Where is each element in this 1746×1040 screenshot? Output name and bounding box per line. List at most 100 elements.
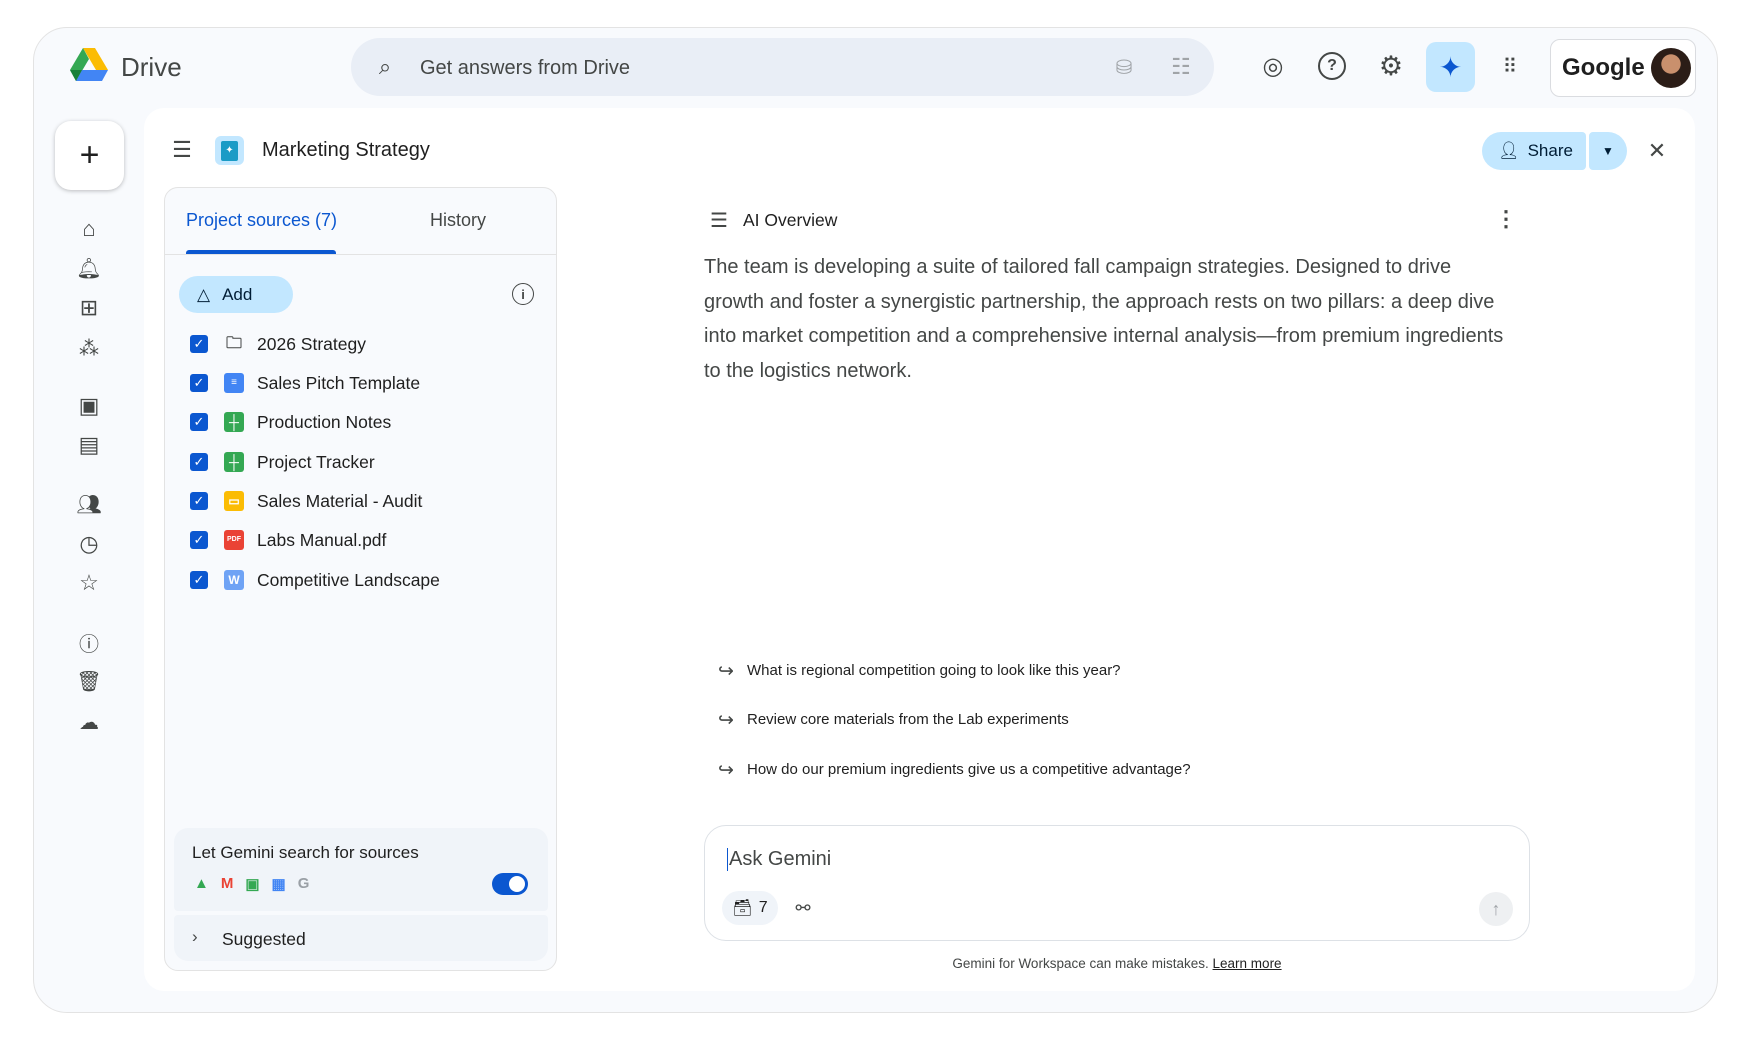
source-label: Sales Pitch Template xyxy=(257,373,421,393)
chevron-right-icon: › xyxy=(192,927,198,946)
tab-project-sources[interactable]: Project sources (7) xyxy=(186,210,337,231)
source-item[interactable]: ✓ ≡ Sales Pitch Template xyxy=(165,365,555,401)
checkbox[interactable]: ✓ xyxy=(190,531,208,549)
source-item[interactable]: ✓ 🗀 2026 Strategy xyxy=(165,326,555,362)
source-item[interactable]: ✓ ┼ Production Notes xyxy=(165,404,555,440)
source-item[interactable]: ✓ W Competitive Landscape xyxy=(165,562,555,598)
share-people-icon: 👤︎ xyxy=(1498,141,1520,160)
app-name: Drive xyxy=(121,52,182,82)
checkbox[interactable]: ✓ xyxy=(190,492,208,510)
ready-for-offline-icon[interactable]: ◎ xyxy=(1259,52,1287,80)
checkbox[interactable]: ✓ xyxy=(190,571,208,589)
settings-gear-icon[interactable]: ⚙ xyxy=(1377,51,1405,81)
my-drive-icon[interactable]: ▣ xyxy=(74,391,104,421)
chat-icon: ▣ xyxy=(245,876,260,893)
new-button[interactable]: + xyxy=(55,121,124,190)
sources-count-chip[interactable]: 🗃︎ 7 xyxy=(722,891,778,925)
notifications-bell-icon[interactable]: 🔔︎ xyxy=(74,253,104,283)
add-source-button[interactable]: △ Add xyxy=(179,276,293,313)
source-item[interactable]: ✓ ┼ Project Tracker xyxy=(165,444,555,480)
suggestion-arrow-icon: ↪ xyxy=(718,661,734,682)
learn-more-link[interactable]: Learn more xyxy=(1213,956,1282,971)
source-item[interactable]: ✓ ▭ Sales Material - Audit xyxy=(165,483,555,519)
disclaimer: Gemini for Workspace can make mistakes. … xyxy=(704,956,1530,971)
pdf-icon: PDF xyxy=(224,530,244,550)
disclaimer-text: Gemini for Workspace can make mistakes. xyxy=(952,956,1209,971)
tools-options-icon[interactable]: ⚯ xyxy=(791,896,815,920)
gmail-icon: M xyxy=(220,875,234,892)
search-bar[interactable]: ⌕ Get answers from Drive ⛁ ☷ xyxy=(351,38,1214,96)
share-button[interactable]: 👤︎ Share xyxy=(1482,132,1586,170)
help-icon[interactable]: ? xyxy=(1318,52,1346,80)
starred-icon[interactable]: ☆ xyxy=(74,568,104,598)
source-label: Labs Manual.pdf xyxy=(257,530,387,550)
workspaces-icon[interactable]: ⁂ xyxy=(74,333,104,363)
source-label: Production Notes xyxy=(257,412,392,432)
search-options-icon[interactable]: ☷ xyxy=(1168,54,1194,80)
checkbox[interactable]: ✓ xyxy=(190,335,208,353)
source-label: Competitive Landscape xyxy=(257,570,440,590)
page-title: Marketing Strategy xyxy=(262,139,430,161)
drive-filter-icon[interactable]: ⛁ xyxy=(1111,54,1137,80)
add-label: Add xyxy=(222,284,253,304)
account-button[interactable]: Google xyxy=(1550,39,1696,97)
slides-icon: ▭ xyxy=(224,491,244,511)
activity-icon[interactable]: ⊞ xyxy=(74,293,104,323)
google-search-icon: G xyxy=(297,875,310,892)
share-label: Share xyxy=(1527,141,1573,160)
send-arrow-icon[interactable]: ↑ xyxy=(1479,892,1513,926)
gemini-search-card: Let Gemini search for sources ▲ M ▣ ▦ G xyxy=(174,828,548,911)
share-dropdown-chevron-icon[interactable]: ▼ xyxy=(1589,132,1627,170)
suggested-label: Suggested xyxy=(222,929,306,949)
calendar-icon: ▦ xyxy=(271,876,286,893)
suggestion-arrow-icon: ↪ xyxy=(718,710,734,731)
source-item[interactable]: ✓ PDF Labs Manual.pdf xyxy=(165,522,555,558)
source-app-icons: ▲ M ▣ ▦ G xyxy=(194,875,309,893)
suggestion-text: How do our premium ingredients give us a… xyxy=(747,761,1191,778)
menu-hamburger-icon[interactable]: ☰ xyxy=(169,137,195,163)
search-spark-icon: ⌕ xyxy=(378,54,392,79)
suggestion-text: Review core materials from the Lab exper… xyxy=(747,711,1069,728)
gemini-search-toggle[interactable] xyxy=(492,873,528,895)
ai-overview-text: The team is developing a suite of tailor… xyxy=(704,256,1504,382)
ai-overview-title: AI Overview xyxy=(743,210,838,230)
sources-count: 7 xyxy=(758,899,768,916)
tab-history[interactable]: History xyxy=(430,210,486,231)
search-input[interactable]: Get answers from Drive xyxy=(420,57,630,80)
gemini-search-label: Let Gemini search for sources xyxy=(192,843,419,862)
home-icon[interactable]: ⌂ xyxy=(74,214,104,244)
project-icon: ✦ xyxy=(215,136,244,165)
suggested-section[interactable]: › Suggested xyxy=(174,915,548,961)
drive-logo-icon[interactable] xyxy=(70,48,108,82)
google-logo: Google xyxy=(1562,54,1645,81)
trash-icon[interactable]: 🗑︎ xyxy=(74,666,104,696)
sources-panel: Project sources (7) History △ Add i ✓ 🗀 202… xyxy=(164,187,557,971)
drive-icon: ▲ xyxy=(194,875,209,892)
info-icon[interactable]: i xyxy=(512,283,534,305)
close-icon[interactable]: ✕ xyxy=(1644,138,1670,164)
word-icon: W xyxy=(224,570,244,590)
sheets-icon: ┼ xyxy=(224,452,244,472)
computers-icon[interactable]: ▤ xyxy=(74,430,104,460)
checkbox[interactable]: ✓ xyxy=(190,374,208,392)
recent-clock-icon[interactable]: ◷ xyxy=(74,529,104,559)
suggestion-text: What is regional competition going to lo… xyxy=(747,662,1121,679)
ask-gemini-input[interactable]: Ask Gemini xyxy=(727,848,831,871)
checkbox[interactable]: ✓ xyxy=(190,413,208,431)
source-label: 2026 Strategy xyxy=(257,334,366,354)
drive-add-icon: △ xyxy=(197,284,211,304)
apps-grid-icon[interactable]: ⠿ xyxy=(1495,52,1523,80)
shared-with-me-icon[interactable]: 👥︎ xyxy=(74,489,104,519)
sources-stack-icon: 🗃︎ xyxy=(732,900,753,917)
tab-divider xyxy=(165,254,556,255)
ask-gemini-box[interactable]: Ask Gemini 🗃︎ 7 ⚯ ↑ xyxy=(704,825,1530,941)
spam-icon[interactable]: ⓘ xyxy=(74,627,104,657)
source-label: Project Tracker xyxy=(257,452,375,472)
storage-cloud-icon[interactable]: ☁︎ xyxy=(74,707,104,737)
sheets-icon: ┼ xyxy=(224,412,244,432)
checkbox[interactable]: ✓ xyxy=(190,453,208,471)
gemini-spark-icon[interactable]: ✦ xyxy=(1426,42,1475,92)
source-label: Sales Material - Audit xyxy=(257,491,423,511)
more-options-kebab-icon[interactable]: ⋮ xyxy=(1493,206,1519,232)
avatar[interactable] xyxy=(1651,48,1691,88)
